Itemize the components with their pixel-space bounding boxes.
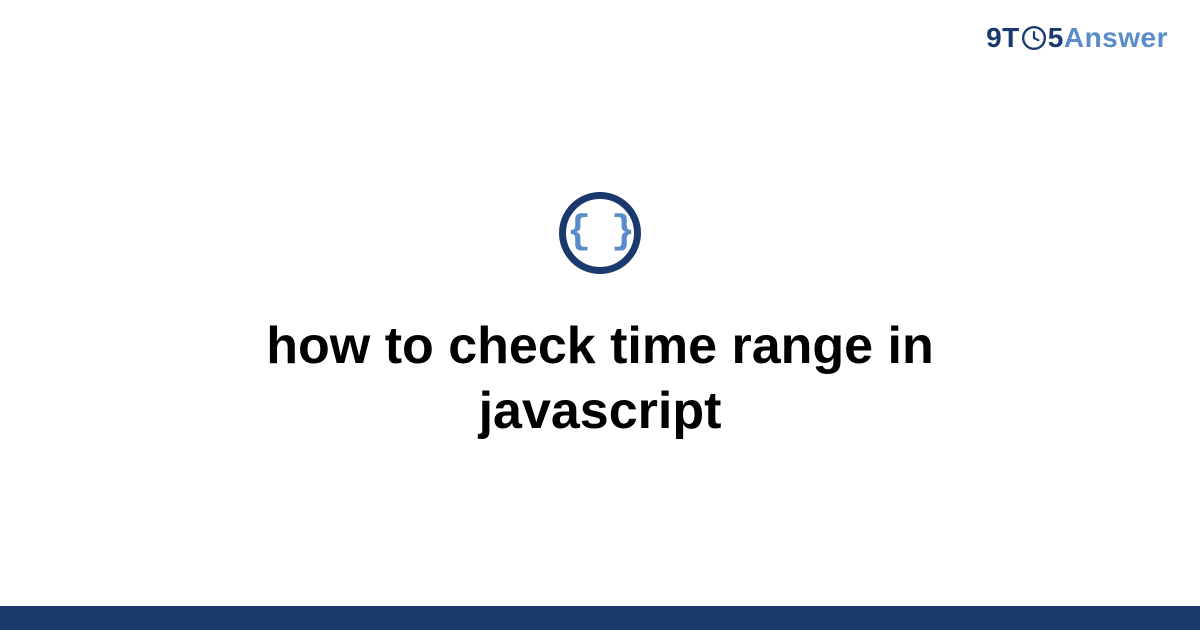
main-content: { } how to check time range in javascrip… [0, 0, 1200, 606]
footer-bar [0, 606, 1200, 630]
page-title: how to check time range in javascript [150, 314, 1050, 444]
braces-glyph: { } [567, 213, 633, 253]
code-braces-icon: { } [559, 192, 641, 274]
